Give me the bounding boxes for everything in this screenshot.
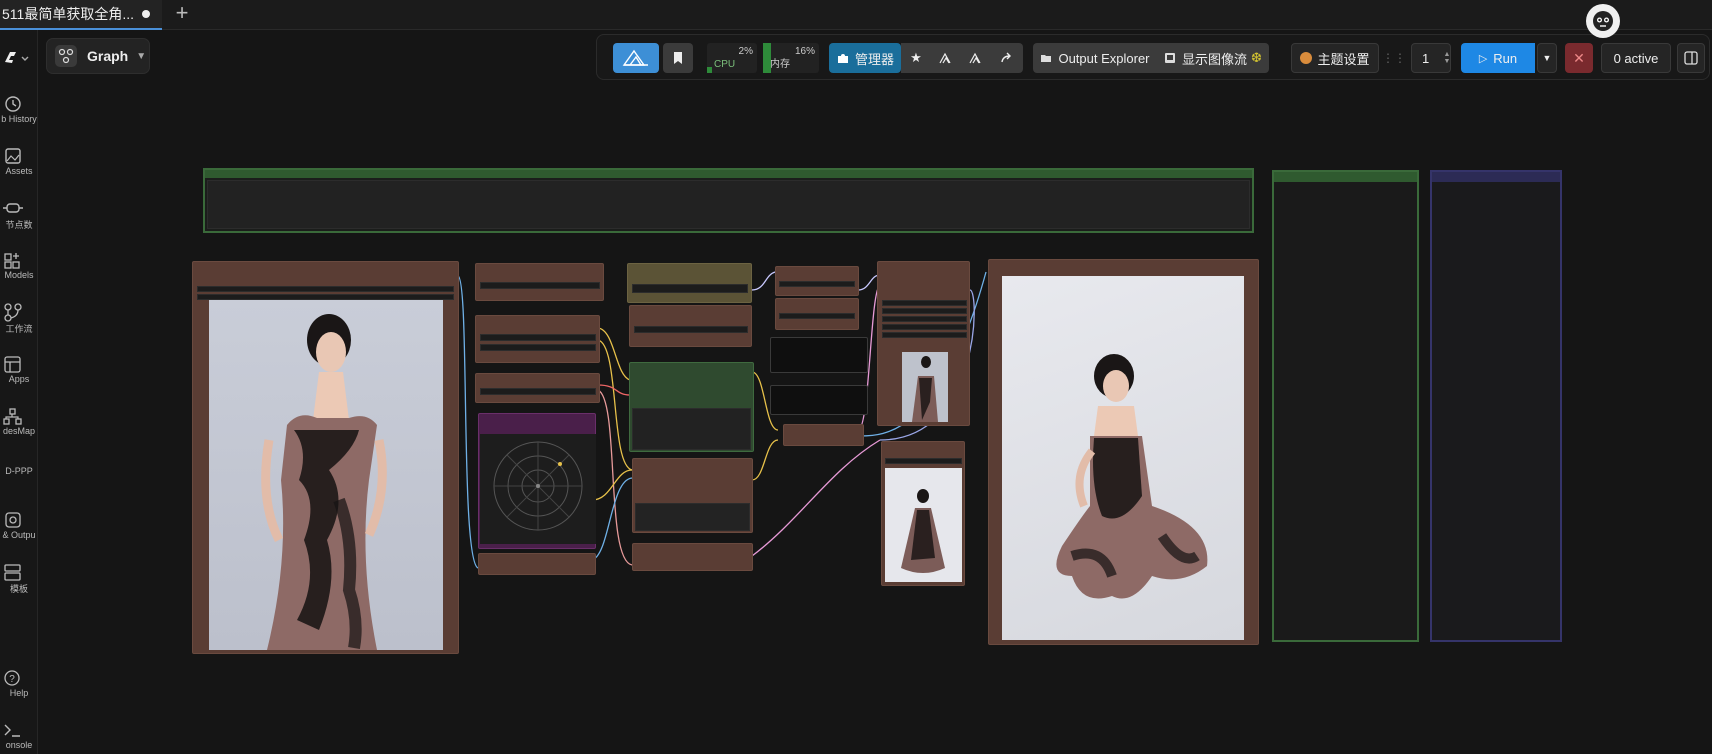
node-widget[interactable] bbox=[480, 344, 596, 351]
pose-editor-node[interactable] bbox=[478, 413, 596, 549]
node-widget[interactable] bbox=[480, 334, 596, 341]
node-col2-b[interactable] bbox=[475, 315, 600, 363]
pose-radar-canvas[interactable] bbox=[480, 434, 596, 544]
preview-thumbnail bbox=[902, 352, 948, 422]
node-col3-green[interactable] bbox=[629, 362, 754, 452]
node-widget[interactable] bbox=[779, 313, 855, 319]
node-widget[interactable] bbox=[882, 300, 967, 306]
node-widget[interactable] bbox=[632, 284, 748, 293]
node-col3-b[interactable] bbox=[629, 305, 752, 347]
node-col2-d[interactable] bbox=[478, 553, 596, 575]
preview-node-b[interactable] bbox=[881, 441, 965, 586]
node-widget[interactable] bbox=[882, 308, 967, 314]
node-col4-e[interactable] bbox=[783, 424, 864, 446]
node-widget[interactable] bbox=[197, 286, 454, 292]
node-col4-a[interactable] bbox=[775, 266, 859, 296]
node-col3-a[interactable] bbox=[627, 263, 752, 303]
load-image-node[interactable] bbox=[192, 261, 459, 654]
node-widget[interactable] bbox=[882, 324, 967, 330]
preview-node-a[interactable] bbox=[877, 261, 970, 426]
node-col3-c[interactable] bbox=[632, 458, 753, 533]
node-col4-c[interactable] bbox=[770, 337, 868, 373]
node-col3-d[interactable] bbox=[632, 543, 753, 571]
input-photo bbox=[209, 300, 443, 650]
node-widget[interactable] bbox=[632, 408, 751, 450]
node-widget[interactable] bbox=[882, 316, 967, 322]
comfyui-window: 511最简单获取全角... + b History Assets 节点数 Mod… bbox=[0, 0, 1712, 754]
node-col4-b[interactable] bbox=[775, 298, 859, 330]
save-image-node[interactable] bbox=[988, 259, 1259, 645]
node-col2-c[interactable] bbox=[475, 373, 600, 403]
output-photo bbox=[1002, 276, 1244, 640]
node-widget[interactable] bbox=[634, 326, 748, 333]
node-widget[interactable] bbox=[885, 458, 962, 464]
node-widget[interactable] bbox=[779, 281, 855, 287]
node-widget[interactable] bbox=[480, 388, 596, 395]
preview-thumbnail bbox=[885, 468, 962, 582]
node-widget[interactable] bbox=[480, 282, 600, 289]
node-col4-d[interactable] bbox=[770, 385, 868, 415]
node-widget[interactable] bbox=[882, 332, 967, 338]
node-widget[interactable] bbox=[635, 503, 750, 531]
node-col2-a[interactable] bbox=[475, 263, 604, 301]
